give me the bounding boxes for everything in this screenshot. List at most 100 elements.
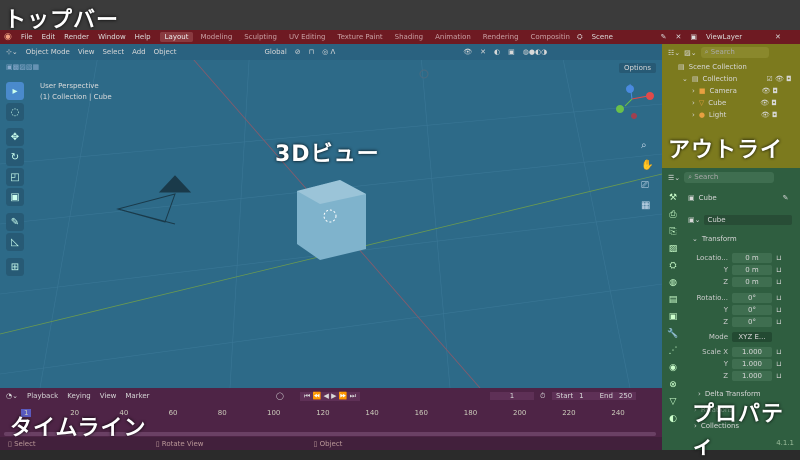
- move-tool-icon[interactable]: ✥: [6, 128, 24, 146]
- start-value[interactable]: 1: [579, 392, 583, 400]
- scale-tool-icon[interactable]: ◰: [6, 168, 24, 186]
- scale-z[interactable]: 1.000: [732, 371, 772, 381]
- menu-marker[interactable]: Marker: [125, 392, 149, 400]
- blender-logo-icon[interactable]: ◉: [4, 32, 12, 42]
- proportional-icon[interactable]: ◎ Λ: [322, 48, 335, 56]
- properties-search[interactable]: ⌕ Search: [684, 172, 775, 183]
- menu-render[interactable]: Render: [64, 33, 89, 41]
- cursor-tool-icon[interactable]: ◌: [6, 103, 24, 121]
- measure-tool-icon[interactable]: ◺: [6, 233, 24, 251]
- playback-controls[interactable]: ⏮ ⏪ ◀ ▶ ⏩ ⏭: [300, 392, 360, 401]
- collection-item[interactable]: Collection: [703, 75, 763, 83]
- end-value[interactable]: 250: [619, 392, 632, 400]
- transform-header[interactable]: Transform: [702, 235, 737, 243]
- rotation-mode-dropdown[interactable]: XYZ E...: [732, 332, 772, 342]
- eye-icon[interactable]: 👁 ◘: [761, 111, 778, 119]
- add-cube-tool-icon[interactable]: ⊞: [6, 258, 24, 276]
- scene-name[interactable]: Scene: [592, 33, 652, 41]
- select-mode-icons[interactable]: ▣▩▨▧▦: [6, 63, 39, 71]
- eye-icon[interactable]: 👁 ◘: [760, 99, 777, 107]
- pin-icon[interactable]: ✎: [783, 194, 789, 202]
- pivot-icon[interactable]: ⊘: [295, 48, 301, 56]
- outliner-search[interactable]: ⌕ Search: [700, 47, 769, 58]
- overlay-icon[interactable]: ◐: [494, 48, 500, 56]
- menu-add[interactable]: Add: [132, 48, 146, 56]
- tab-modeling[interactable]: Modeling: [195, 32, 237, 42]
- lock-icon[interactable]: ⊔: [776, 348, 781, 356]
- menu-view[interactable]: View: [100, 392, 117, 400]
- location-y[interactable]: 0 m: [732, 265, 772, 275]
- pin-icon[interactable]: ✎: [661, 33, 667, 41]
- record-icon[interactable]: ◯: [276, 392, 284, 400]
- tab-texture-paint[interactable]: Texture Paint: [333, 32, 388, 42]
- location-x[interactable]: 0 m: [732, 253, 772, 263]
- rotation-x[interactable]: 0°: [732, 293, 772, 303]
- outliner-item-camera[interactable]: Camera: [709, 87, 757, 95]
- menu-playback[interactable]: Playback: [27, 392, 58, 400]
- tab-layout[interactable]: Layout: [159, 32, 194, 42]
- tab-uv-editing[interactable]: UV Editing: [284, 32, 331, 42]
- properties-tabs[interactable]: ⚒ ⎙ ⎘ ▨ ⛭ ◍ ▤ ▣ 🔧 ⋰ ◉ ⊗ ▽ ◐: [666, 190, 680, 428]
- menu-edit[interactable]: Edit: [42, 33, 56, 41]
- frame-range[interactable]: Start 1 End 250: [552, 392, 637, 400]
- expand-icon[interactable]: ›: [692, 99, 695, 107]
- expand-icon[interactable]: ›: [692, 87, 695, 95]
- menu-object[interactable]: Object: [154, 48, 177, 56]
- eye-icon[interactable]: 👁 ◘: [761, 87, 778, 95]
- editor-type-icon[interactable]: ◔⌄: [6, 392, 18, 400]
- scene-icon[interactable]: ⛭: [577, 33, 583, 42]
- lock-icon[interactable]: ⊔: [776, 254, 781, 262]
- view-nav-icons[interactable]: ⌕ ✋ ⎚ ▦: [641, 136, 653, 216]
- lock-icon[interactable]: ⊔: [776, 372, 781, 380]
- menu-keying[interactable]: Keying: [67, 392, 91, 400]
- lock-icon[interactable]: ⊔: [776, 266, 781, 274]
- menu-select[interactable]: Select: [102, 48, 124, 56]
- viewport-3d[interactable]: ⊹⌄ Object Mode View Select Add Object Gl…: [0, 44, 662, 388]
- annotate-tool-icon[interactable]: ✎: [6, 213, 24, 231]
- object-name-field[interactable]: Cube: [704, 215, 793, 225]
- scene-collection[interactable]: Scene Collection: [689, 63, 747, 71]
- gizmo-icon[interactable]: ✕: [480, 48, 486, 56]
- shading-icons[interactable]: ◍●◐◑: [523, 48, 547, 56]
- menu-view[interactable]: View: [78, 48, 95, 56]
- lock-icon[interactable]: ⊔: [776, 318, 781, 326]
- rotate-tool-icon[interactable]: ↻: [6, 148, 24, 166]
- snap-icon[interactable]: ⊓: [309, 48, 314, 56]
- editor-type-icon[interactable]: ⊹⌄: [6, 48, 18, 56]
- tab-rendering[interactable]: Rendering: [478, 32, 524, 42]
- current-frame-field[interactable]: 1: [490, 392, 534, 400]
- chevron-down-icon[interactable]: ⌄: [692, 235, 698, 243]
- stopwatch-icon[interactable]: ⏱: [540, 392, 545, 401]
- menu-help[interactable]: Help: [135, 33, 151, 41]
- select-box-tool-icon[interactable]: ▸: [6, 82, 24, 100]
- rotation-y[interactable]: 0°: [732, 305, 772, 315]
- filter-icon[interactable]: ▨⌄: [684, 49, 696, 57]
- tab-sculpting[interactable]: Sculpting: [239, 32, 282, 42]
- outliner-item-cube[interactable]: Cube: [708, 99, 756, 107]
- menu-window[interactable]: Window: [98, 33, 126, 41]
- view-layer-name[interactable]: ViewLayer: [706, 33, 766, 41]
- lock-icon[interactable]: ⊔: [776, 306, 781, 314]
- transform-tool-icon[interactable]: ▣: [6, 188, 24, 206]
- close-icon[interactable]: ✕: [675, 33, 681, 41]
- expand-icon[interactable]: ⌄: [682, 75, 688, 83]
- lock-icon[interactable]: ⊔: [776, 360, 781, 368]
- lock-icon[interactable]: ⊔: [776, 278, 781, 286]
- menu-file[interactable]: File: [21, 33, 33, 41]
- visibility-icons[interactable]: ☑ 👁 ◘: [767, 75, 792, 83]
- tab-animation[interactable]: Animation: [430, 32, 476, 42]
- scale-x[interactable]: 1.000: [732, 347, 772, 357]
- scale-y[interactable]: 1.000: [732, 359, 772, 369]
- xray-icon[interactable]: ▣: [508, 48, 515, 56]
- location-z[interactable]: 0 m: [732, 277, 772, 287]
- editor-type-icon[interactable]: ☰⌄: [668, 174, 680, 182]
- options-button[interactable]: Options: [618, 63, 656, 73]
- close-icon[interactable]: ✕: [775, 33, 781, 41]
- expand-icon[interactable]: ›: [692, 111, 695, 119]
- tab-shading[interactable]: Shading: [390, 32, 428, 42]
- tab-compositing[interactable]: Compositin: [526, 32, 575, 42]
- display-mode-icon[interactable]: ☷⌄: [668, 49, 680, 57]
- view-layer-icon[interactable]: ▣: [690, 33, 697, 41]
- outliner-item-light[interactable]: Light: [709, 111, 757, 119]
- mode-dropdown[interactable]: Object Mode: [26, 48, 70, 56]
